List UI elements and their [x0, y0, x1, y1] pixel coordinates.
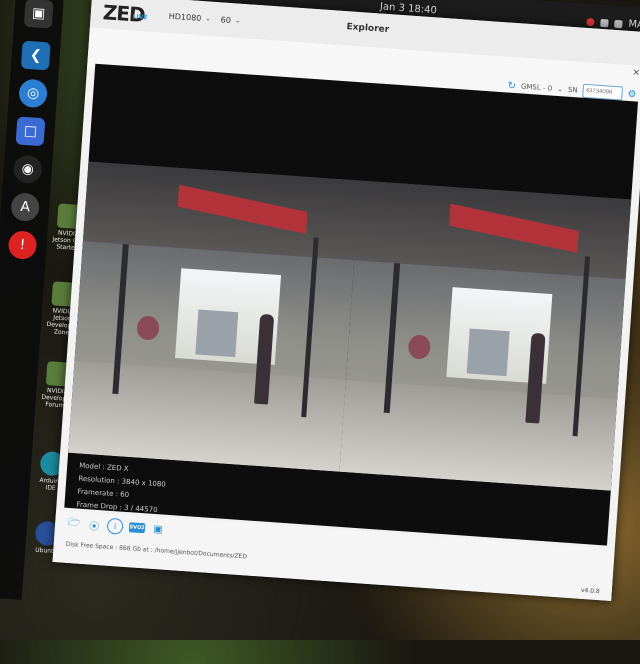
fps-select[interactable]: 60 ⌄ [220, 12, 241, 27]
disk-free-space: Disk Free Space : 868 Gb at : /home/jjen… [65, 540, 248, 561]
camera-select[interactable]: GMSL - 0 [521, 82, 553, 92]
chromium-icon[interactable]: ◎ [18, 78, 49, 109]
chevron-down-icon: ⌄ [234, 16, 242, 25]
sn-label: SN [567, 85, 578, 95]
vscode-icon[interactable]: ❮ [20, 40, 51, 71]
app-center-icon[interactable]: A [10, 192, 41, 223]
folder-icon[interactable]: 🗁 [67, 516, 82, 531]
camera-viewer[interactable]: Model : ZED X Resolution : 3840 x 1080 F… [64, 63, 639, 546]
window-title: Explorer [346, 22, 390, 36]
resolution-select[interactable]: HD1080 ⌄ [168, 9, 212, 26]
chevron-down-icon: ⌄ [205, 14, 212, 23]
gear-icon[interactable]: ⚙ [627, 88, 637, 100]
record-svo-button[interactable]: SVO2 [128, 522, 146, 534]
battery-icon [614, 19, 623, 28]
info-icon[interactable]: i [106, 517, 124, 535]
zed-logo-sub: LIVE [132, 13, 148, 22]
close-icon[interactable]: ✕ [632, 68, 640, 79]
desktop-scene: Jan 3 18:40 MAXN ▣ ❮ ◎ □ ◉ A ! NVIDIA Je… [0, 0, 640, 662]
stereo-frame [68, 161, 632, 491]
right-camera-image [339, 180, 632, 491]
version-label: v4.0.8 [580, 586, 600, 596]
files-icon[interactable]: □ [15, 116, 46, 147]
terminal-icon[interactable]: ▣ [23, 0, 54, 29]
record-indicator-icon [586, 17, 595, 26]
zed-explorer-window: ZED LIVE HD1080 ⌄ 60 ⌄ Explorer ✕ ↻ GMSL… [52, 0, 640, 601]
left-camera-image [68, 161, 360, 472]
power-mode-label[interactable]: MAXN [628, 19, 640, 32]
camera-snapshot-icon[interactable]: ▣ [151, 522, 166, 537]
obs-icon[interactable]: ◉ [12, 154, 43, 185]
action-icons: 🗁 ⦿ i SVO2 ▣ [67, 515, 166, 538]
refresh-icon[interactable]: ↻ [507, 80, 516, 92]
error-report-icon[interactable]: ! [7, 230, 38, 261]
chevron-down-icon: ⌄ [556, 84, 564, 94]
stream-icon[interactable]: ⦿ [87, 517, 102, 533]
network-icon [600, 18, 609, 27]
